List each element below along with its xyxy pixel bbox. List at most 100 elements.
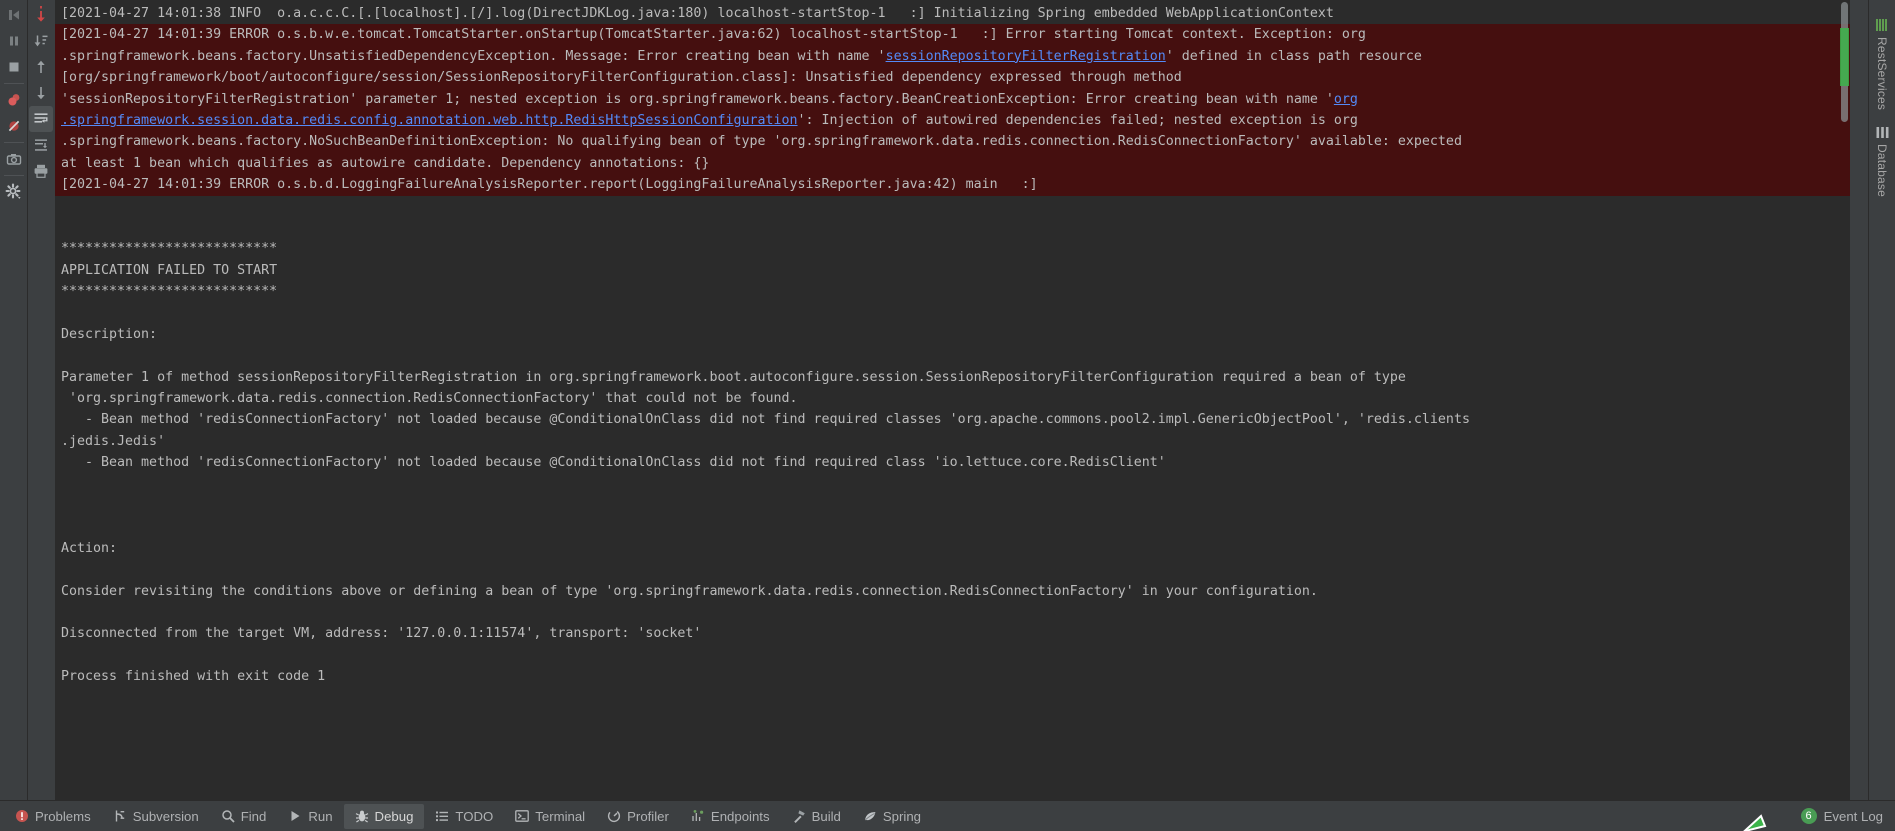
console-text: .springframework.beans.factory.Unsatisfi… bbox=[61, 48, 886, 64]
event-log-badge: 6 bbox=[1800, 808, 1817, 824]
console-text: ' defined in class path resource bbox=[1165, 48, 1422, 64]
up-button[interactable] bbox=[29, 54, 53, 80]
console-hyperlink[interactable]: sessionRepositoryFilterRegistration bbox=[886, 49, 1166, 64]
arrow-down-icon bbox=[33, 85, 49, 101]
resume-icon bbox=[6, 7, 22, 23]
console-line bbox=[55, 345, 1850, 366]
console-line bbox=[55, 645, 1850, 666]
console-line bbox=[55, 196, 1850, 217]
tool-window-label: RestServices bbox=[1875, 37, 1889, 111]
console-line bbox=[55, 516, 1850, 537]
console-text: APPLICATION FAILED TO START bbox=[61, 262, 278, 278]
soft-wrap-icon bbox=[33, 111, 49, 127]
tool-window-tab-label: Problems bbox=[35, 808, 91, 824]
scroll-to-end-bottom-button[interactable] bbox=[29, 132, 53, 158]
right-tool-window-stripe: RestServices Database bbox=[1868, 0, 1895, 800]
tool-window-problems[interactable]: Problems bbox=[4, 804, 102, 829]
tool-window-tab-label: Find bbox=[240, 808, 267, 824]
stop-icon bbox=[6, 59, 22, 75]
console-line: 'org.springframework.data.redis.connecti… bbox=[55, 388, 1850, 409]
get-thread-dump-button[interactable] bbox=[2, 146, 26, 172]
console-line bbox=[55, 474, 1850, 495]
pause-program-button[interactable] bbox=[2, 28, 26, 54]
event-log-label[interactable]: Event Log bbox=[1824, 809, 1883, 824]
tool-window-run[interactable]: Run bbox=[277, 804, 343, 829]
console-line: Consider revisiting the conditions above… bbox=[55, 581, 1850, 602]
console-text: [org/springframework/boot/autoconfigure/… bbox=[61, 70, 1182, 86]
event-log-area[interactable]: 6 Event Log bbox=[1800, 808, 1895, 824]
console-toolbar bbox=[27, 0, 54, 800]
console-line: 'sessionRepositoryFilterRegistration' pa… bbox=[55, 88, 1850, 110]
tool-window-spring[interactable]: Spring bbox=[852, 804, 932, 829]
ide-window: [2021-04-27 14:01:38 INFO o.a.c.c.C.[.[l… bbox=[0, 0, 1895, 831]
tool-window-endpoints[interactable]: Endpoints bbox=[680, 804, 781, 829]
soft-wrap-button[interactable] bbox=[29, 106, 53, 132]
tool-window-tab-label: Run bbox=[308, 808, 333, 824]
console-text: [2021-04-27 14:01:38 INFO o.a.c.c.C.[.[l… bbox=[61, 6, 1334, 21]
console-line: - Bean method 'redisConnectionFactory' n… bbox=[55, 409, 1850, 430]
print-button[interactable] bbox=[29, 158, 53, 184]
console-line bbox=[55, 217, 1850, 238]
leaf-icon bbox=[863, 809, 877, 823]
console-error-marker[interactable] bbox=[1840, 28, 1849, 86]
breakpoints-icon bbox=[6, 92, 22, 108]
console-text: *************************** bbox=[61, 284, 278, 300]
console-output[interactable]: [2021-04-27 14:01:38 INFO o.a.c.c.C.[.[l… bbox=[55, 0, 1850, 800]
console-hyperlink[interactable]: org bbox=[1334, 92, 1358, 107]
console-line: Disconnected from the target VM, address… bbox=[55, 623, 1850, 644]
console-line: .springframework.session.data.redis.conf… bbox=[55, 109, 1850, 132]
console-line bbox=[55, 559, 1850, 580]
bottom-tool-window-bar: Problems Subversion Find Run Debug TODO T… bbox=[0, 800, 1895, 831]
tool-window-database[interactable]: Database bbox=[1871, 118, 1893, 205]
red-down-arrow-icon bbox=[33, 6, 49, 24]
tool-window-debug[interactable]: Debug bbox=[343, 803, 425, 829]
arrow-up-icon bbox=[33, 59, 49, 75]
tool-window-tab-label: Profiler bbox=[627, 808, 669, 824]
error-circle-icon bbox=[15, 809, 29, 823]
scroll-end-icon bbox=[33, 137, 49, 153]
tool-window-tab-label: Build bbox=[811, 808, 841, 824]
view-breakpoints-button[interactable] bbox=[2, 87, 26, 113]
tool-window-terminal[interactable]: Terminal bbox=[504, 804, 596, 829]
stop-button[interactable] bbox=[2, 54, 26, 80]
tool-window-find[interactable]: Find bbox=[210, 804, 278, 829]
console-text: .jedis.Jedis' bbox=[61, 433, 166, 449]
console-line: APPLICATION FAILED TO START bbox=[55, 260, 1850, 281]
branch-icon bbox=[113, 809, 127, 823]
scroll-to-end-button[interactable] bbox=[29, 2, 53, 28]
console-hyperlink[interactable]: .springframework.session.data.redis.conf… bbox=[61, 113, 798, 128]
console-scrollbar[interactable] bbox=[1839, 0, 1850, 800]
tool-window-subversion[interactable]: Subversion bbox=[102, 804, 210, 829]
tool-window-label: Database bbox=[1875, 144, 1889, 198]
console-line: - Bean method 'redisConnectionFactory' n… bbox=[55, 452, 1850, 473]
left-toolbars bbox=[0, 0, 55, 800]
mute-breakpoints-button[interactable] bbox=[2, 113, 26, 139]
console-text: Description: bbox=[61, 326, 158, 342]
resume-program-button[interactable] bbox=[2, 2, 26, 28]
tool-window-todo[interactable]: TODO bbox=[424, 804, 504, 829]
sort-descending-icon bbox=[33, 33, 49, 49]
console-text: Process finished with exit code 1 bbox=[61, 669, 326, 685]
toolbar-separator bbox=[3, 175, 24, 176]
toolbar-separator bbox=[3, 83, 24, 84]
console-text: ': Injection of autowired dependencies f… bbox=[797, 112, 1358, 128]
console-text: at least 1 bean which qualifies as autow… bbox=[61, 155, 710, 171]
settings-button[interactable] bbox=[2, 179, 26, 205]
console-text: Action: bbox=[61, 540, 118, 556]
gear-icon bbox=[5, 183, 23, 201]
console-line: Action: bbox=[55, 538, 1850, 559]
console-line: at least 1 bean which qualifies as autow… bbox=[55, 152, 1850, 175]
tool-window-build[interactable]: Build bbox=[781, 804, 852, 829]
down-button[interactable] bbox=[29, 80, 53, 106]
tool-window-profiler[interactable]: Profiler bbox=[596, 804, 680, 829]
sort-button[interactable] bbox=[29, 28, 53, 54]
tool-window-tab-label: Subversion bbox=[132, 808, 199, 824]
console-line: Description: bbox=[55, 324, 1850, 345]
tool-window-restservices[interactable]: RestServices bbox=[1871, 10, 1893, 118]
